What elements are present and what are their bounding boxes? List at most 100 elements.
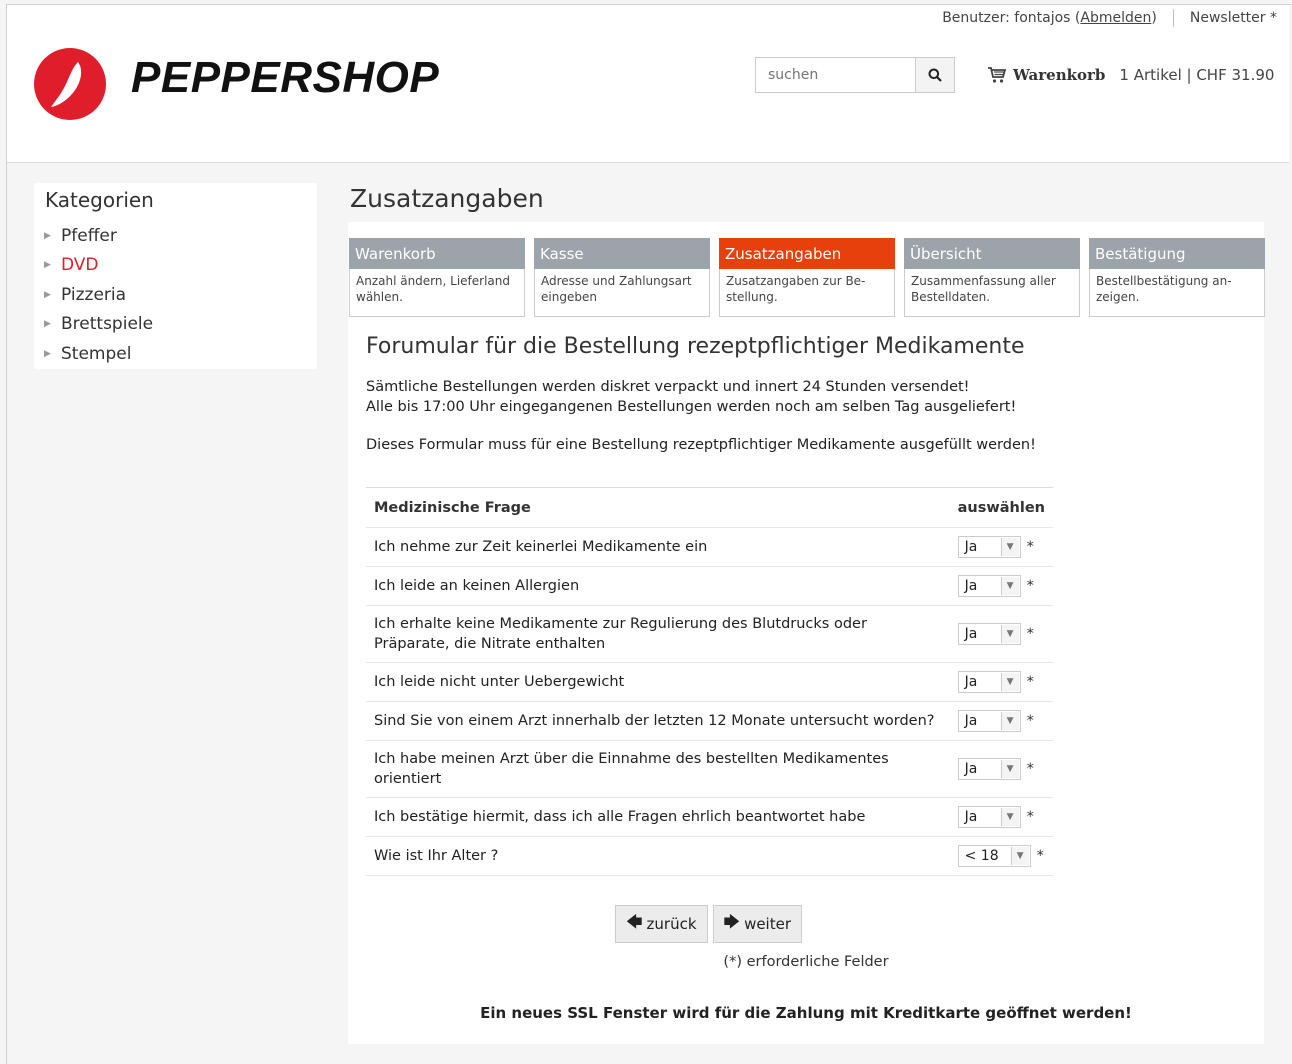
triangle-right-icon: ▶ [44, 348, 51, 359]
newsletter-link[interactable]: Newsletter * [1190, 10, 1277, 26]
user-bar: Benutzer: fontajos (Abmelden) Newsletter… [942, 9, 1277, 27]
required-star: * [1026, 809, 1034, 825]
chevron-down-icon: ▼ [1000, 808, 1019, 826]
sidebar-item-pizzeria[interactable]: ▶ Pizzeria [44, 280, 153, 310]
chevron-down-icon: ▼ [1010, 847, 1029, 865]
step-bestaetigung: Bestätigung Bestellbestätigung an-zeigen… [1089, 238, 1265, 317]
table-row: Ich nehme zur Zeit keinerlei Medikamente… [366, 527, 1053, 567]
sidebar-item-dvd[interactable]: ▶ DVD [44, 251, 153, 281]
arrow-right-icon: 🡆 [723, 911, 741, 931]
next-button[interactable]: 🡆 weiter [712, 905, 803, 943]
answer-select[interactable]: Ja ▼ [957, 806, 1021, 828]
step-description: Zusatzangaben zur Be-stellung. [719, 269, 895, 317]
search-input[interactable] [755, 57, 915, 93]
intro-line: Alle bis 17:00 Uhr eingegangenen Bestell… [366, 399, 1017, 415]
cart-summary[interactable]: Warenkorb 1 Artikel | CHF 31.90 [987, 66, 1274, 84]
table-row: Ich habe meinen Arzt über die Einnahme d… [366, 740, 1053, 798]
arrow-left-icon: 🡄 [626, 911, 643, 931]
triangle-right-icon: ▶ [44, 260, 51, 271]
question-text: Sind Sie von einem Arzt innerhalb der le… [366, 701, 950, 741]
question-text: Ich nehme zur Zeit keinerlei Medikamente… [366, 527, 950, 567]
answer-select[interactable]: Ja ▼ [957, 671, 1021, 693]
cart-label[interactable]: Warenkorb [1013, 66, 1105, 84]
step-description: Bestellbestätigung an-zeigen. [1089, 269, 1265, 317]
required-star: * [1026, 539, 1034, 555]
logo-wordmark[interactable]: PEPPERSHOP [131, 53, 439, 103]
column-header-question: Medizinische Frage [366, 487, 950, 528]
answer-select[interactable]: Ja ▼ [957, 536, 1021, 558]
step-uebersicht: Übersicht Zusammenfassung aller Bestelld… [904, 238, 1080, 317]
user-label: Benutzer: fontajos (Abmelden) [942, 10, 1157, 26]
question-text: Ich bestätige hiermit, dass ich alle Fra… [366, 797, 950, 837]
search-box [755, 57, 955, 93]
medical-questions-table: Medizinische Frage auswählen Ich nehme z… [366, 487, 1053, 876]
category-sidebar: Kategorien ▶ Pfeffer ▶ DVD ▶ Pizzeria ▶ Bret… [34, 183, 317, 369]
back-button[interactable]: 🡄 zurück [615, 905, 708, 943]
chevron-down-icon: ▼ [1000, 712, 1019, 730]
required-fields-note: (*) erforderliche Felder [723, 954, 889, 970]
table-row: Sind Sie von einem Arzt innerhalb der le… [366, 701, 1053, 741]
step-kasse[interactable]: Kasse Adresse und Zahlungsart eingeben [534, 238, 710, 317]
required-star: * [1026, 713, 1034, 729]
checkout-steps: Warenkorb Anzahl ändern, Lieferland wähl… [349, 238, 1265, 317]
logo-icon[interactable] [34, 48, 106, 120]
required-star: * [1026, 578, 1034, 594]
main-content: Warenkorb Anzahl ändern, Lieferland wähl… [348, 222, 1265, 1044]
question-text: Ich leide an keinen Allergien [366, 566, 950, 606]
cart-icon [988, 67, 1007, 83]
step-title: Bestätigung [1089, 238, 1265, 269]
table-row: Ich leide an keinen Allergien Ja ▼ * [366, 566, 1053, 606]
answer-select[interactable]: Ja ▼ [957, 758, 1021, 780]
step-description: Anzahl ändern, Lieferland wählen. [349, 269, 525, 317]
search-button[interactable] [915, 57, 955, 93]
required-star: * [1026, 626, 1034, 642]
search-icon [928, 68, 942, 82]
step-title: Kasse [534, 238, 710, 269]
table-header-row: Medizinische Frage auswählen [366, 487, 1053, 528]
ssl-notice: Ein neues SSL Fenster wird für die Zahlu… [480, 1004, 1132, 1022]
table-row: Wie ist Ihr Alter ? < 18 ▼ * [366, 836, 1053, 876]
age-select[interactable]: < 18 ▼ [957, 845, 1031, 867]
cart-info: 1 Artikel | CHF 31.90 [1119, 66, 1275, 84]
question-text: Ich erhalte keine Medikamente zur Reguli… [366, 605, 950, 663]
logout-link[interactable]: Abmelden [1080, 10, 1151, 26]
step-title: Zusatzangaben [719, 238, 895, 269]
form-title: Forumular für die Bestellung rezeptpflic… [366, 334, 1025, 359]
separator [1172, 9, 1174, 27]
answer-select[interactable]: Ja ▼ [957, 623, 1021, 645]
chevron-down-icon: ▼ [1000, 577, 1019, 595]
step-warenkorb[interactable]: Warenkorb Anzahl ändern, Lieferland wähl… [349, 238, 525, 317]
question-text: Wie ist Ihr Alter ? [366, 836, 950, 876]
chevron-down-icon: ▼ [1000, 760, 1019, 778]
sidebar-item-pfeffer[interactable]: ▶ Pfeffer [44, 221, 153, 251]
intro-text: Sämtliche Bestellungen werden diskret ve… [366, 377, 1016, 417]
table-row: Ich bestätige hiermit, dass ich alle Fra… [366, 797, 1053, 837]
step-zusatzangaben: Zusatzangaben Zusatzangaben zur Be-stell… [719, 238, 895, 317]
step-title: Warenkorb [349, 238, 525, 269]
chevron-down-icon: ▼ [1000, 538, 1019, 556]
answer-select[interactable]: Ja ▼ [957, 575, 1021, 597]
triangle-right-icon: ▶ [44, 289, 51, 300]
required-star: * [1036, 848, 1044, 864]
navigation-buttons: 🡄 zurück 🡆 weiter [615, 905, 807, 943]
page-title: Zusatzangaben [350, 184, 544, 213]
table-row: Ich leide nicht unter Uebergewicht Ja ▼ * [366, 662, 1053, 702]
table-row: Ich erhalte keine Medikamente zur Reguli… [366, 605, 1053, 663]
required-star: * [1026, 674, 1034, 690]
required-star: * [1026, 761, 1034, 777]
sidebar-title: Kategorien [45, 188, 154, 212]
intro-line: Sämtliche Bestellungen werden diskret ve… [366, 379, 970, 395]
answer-select[interactable]: Ja ▼ [957, 710, 1021, 732]
question-text: Ich leide nicht unter Uebergewicht [366, 662, 950, 702]
sidebar-item-stempel[interactable]: ▶ Stempel [44, 339, 153, 369]
form-notice: Dieses Formular muss für eine Bestellung… [366, 437, 1036, 453]
column-header-select: auswählen [949, 487, 1053, 528]
sidebar-item-brettspiele[interactable]: ▶ Brettspiele [44, 310, 153, 340]
chevron-down-icon: ▼ [1000, 625, 1019, 643]
question-text: Ich habe meinen Arzt über die Einnahme d… [366, 740, 950, 798]
category-list: ▶ Pfeffer ▶ DVD ▶ Pizzeria ▶ Brettspiele ▶ St… [44, 221, 153, 369]
step-title: Übersicht [904, 238, 1080, 269]
chevron-down-icon: ▼ [1000, 673, 1019, 691]
step-description: Adresse und Zahlungsart eingeben [534, 269, 710, 317]
triangle-right-icon: ▶ [44, 319, 51, 330]
